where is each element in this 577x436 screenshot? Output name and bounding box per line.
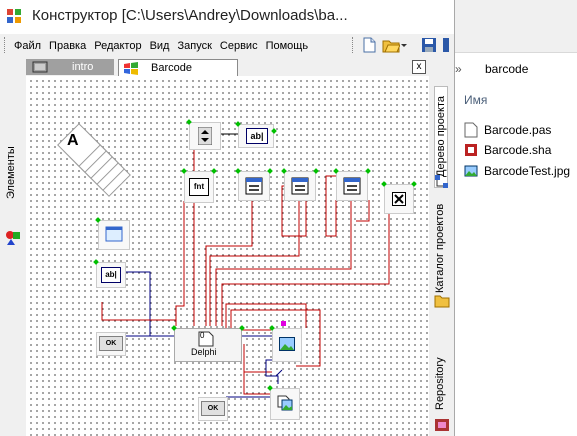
right-panel: Дерево проекта Каталог проектов Reposito… xyxy=(431,56,454,436)
menu-edit[interactable]: Правка xyxy=(45,37,90,55)
wire xyxy=(101,302,177,326)
font-component[interactable]: fnt xyxy=(181,168,217,203)
ok-button-icon: OK xyxy=(99,336,123,351)
tab-project-catalog[interactable]: Каталог проектов xyxy=(434,196,446,301)
file-name: Barcode.pas xyxy=(484,123,552,137)
document-tabs: intro Barcode x xyxy=(26,58,429,76)
tab-project-tree[interactable]: Дерево проекта xyxy=(434,86,448,188)
delphi-component[interactable]: 0 Delphi xyxy=(171,325,245,362)
tab-barcode-label: Barcode xyxy=(151,62,192,74)
label-a-text: A xyxy=(67,132,79,149)
wire xyxy=(275,369,283,377)
toolbar-overflow-icon[interactable] xyxy=(443,38,449,52)
chevron-down-icon[interactable] xyxy=(400,36,408,54)
file-name: BarcodeTest.jpg xyxy=(484,164,571,178)
title-bar: Конструктор [C:\Users\Andrey\Downloads\b… xyxy=(0,0,454,34)
dialog-icon xyxy=(291,177,309,195)
file-name: Barcode.sha xyxy=(484,143,552,157)
tab-intro-label: intro xyxy=(72,61,94,73)
explorer-ribbon xyxy=(455,0,577,53)
edit-box-icon: ab| xyxy=(246,128,268,144)
breadcrumb[interactable]: » barcode xyxy=(455,58,577,82)
windows-flag-icon xyxy=(124,62,138,75)
form-component[interactable] xyxy=(95,217,130,250)
ok-button-icon: OK xyxy=(201,401,225,416)
wire xyxy=(205,200,253,326)
menu-view[interactable]: Вид xyxy=(146,37,174,55)
folder-icon xyxy=(434,295,450,308)
dialog-component-2[interactable] xyxy=(281,168,319,201)
file-item[interactable]: BarcodeTest.jpg xyxy=(464,162,570,180)
close-tab-button[interactable]: x xyxy=(412,60,426,74)
edit-component[interactable]: ab| xyxy=(235,121,277,148)
breadcrumb-separator: » xyxy=(455,62,462,76)
spin-arrows-icon xyxy=(198,127,212,145)
fnt-icon: fnt xyxy=(189,178,209,196)
breadcrumb-folder[interactable]: barcode xyxy=(485,62,528,76)
text-file-icon xyxy=(464,122,478,138)
form-window-icon xyxy=(105,226,123,242)
exit-component[interactable] xyxy=(381,181,417,214)
wire xyxy=(175,201,185,326)
dialog-icon xyxy=(343,177,361,195)
app-icon xyxy=(7,9,21,23)
project-tree-icon xyxy=(435,175,448,188)
wire xyxy=(215,200,352,326)
image-load-icon xyxy=(277,395,293,411)
image-component-2[interactable] xyxy=(267,385,300,420)
open-folder-icon[interactable] xyxy=(382,36,400,54)
wire xyxy=(124,271,174,337)
left-panel: Элементы xyxy=(0,56,26,436)
button-component-1[interactable]: OK xyxy=(96,332,126,356)
schema-canvas[interactable]: A ab| fnt ab| OK 0 Delphi OK xyxy=(26,76,429,436)
tab-intro[interactable]: intro xyxy=(26,59,114,75)
edit-component-2[interactable]: ab| xyxy=(93,259,126,288)
intro-tab-icon xyxy=(32,61,48,73)
save-icon[interactable] xyxy=(420,36,438,54)
file-item[interactable]: Barcode.sha xyxy=(464,141,551,159)
toolbar-grip-2[interactable] xyxy=(352,37,356,53)
menu-help[interactable]: Помощь xyxy=(262,37,313,55)
menu-file[interactable]: Файл xyxy=(10,37,45,55)
close-icon xyxy=(392,192,406,206)
dialog-icon xyxy=(245,177,263,195)
column-header-name[interactable]: Имя xyxy=(464,93,487,107)
wire xyxy=(356,200,370,222)
delphi-index: 0 xyxy=(200,331,205,340)
edit-box-icon: ab| xyxy=(101,267,121,283)
image-component-1[interactable] xyxy=(269,321,302,362)
menu-run[interactable]: Запуск xyxy=(173,37,215,55)
button-component-2[interactable]: OK xyxy=(198,397,228,421)
menu-toolbar: Файл Правка Редактор Вид Запуск Сервис П… xyxy=(0,34,454,56)
wire xyxy=(243,344,272,373)
new-file-icon[interactable] xyxy=(360,36,378,54)
spin-component[interactable] xyxy=(186,119,221,150)
window-title: Конструктор [C:\Users\Andrey\Downloads\b… xyxy=(32,7,348,24)
tab-barcode[interactable]: Barcode xyxy=(118,59,238,76)
menu-bar: Файл Правка Редактор Вид Запуск Сервис П… xyxy=(10,37,312,55)
dialog-component-3[interactable] xyxy=(333,168,371,201)
menu-service[interactable]: Сервис xyxy=(216,37,262,55)
file-explorer: » barcode Имя Barcode.pas Barcode.sha Ba… xyxy=(455,0,577,436)
image-file-icon xyxy=(464,165,478,177)
wire xyxy=(225,303,307,328)
dialog-component-1[interactable] xyxy=(235,168,273,201)
toolbar-grip[interactable] xyxy=(4,37,8,53)
label-component[interactable]: A xyxy=(56,122,136,202)
sha-file-icon xyxy=(465,144,477,156)
file-item[interactable]: Barcode.pas xyxy=(464,121,551,139)
menu-editor[interactable]: Редактор xyxy=(90,37,145,55)
tab-elements[interactable]: Элементы xyxy=(5,118,21,228)
pin xyxy=(281,321,286,326)
delphi-label: Delphi xyxy=(191,347,217,357)
constructor-window: Конструктор [C:\Users\Andrey\Downloads\b… xyxy=(0,0,455,436)
wire xyxy=(209,200,300,326)
tab-repository[interactable]: Repository xyxy=(434,354,446,414)
repository-icon xyxy=(435,419,449,431)
image-icon xyxy=(279,337,295,351)
elements-icon xyxy=(6,231,20,245)
